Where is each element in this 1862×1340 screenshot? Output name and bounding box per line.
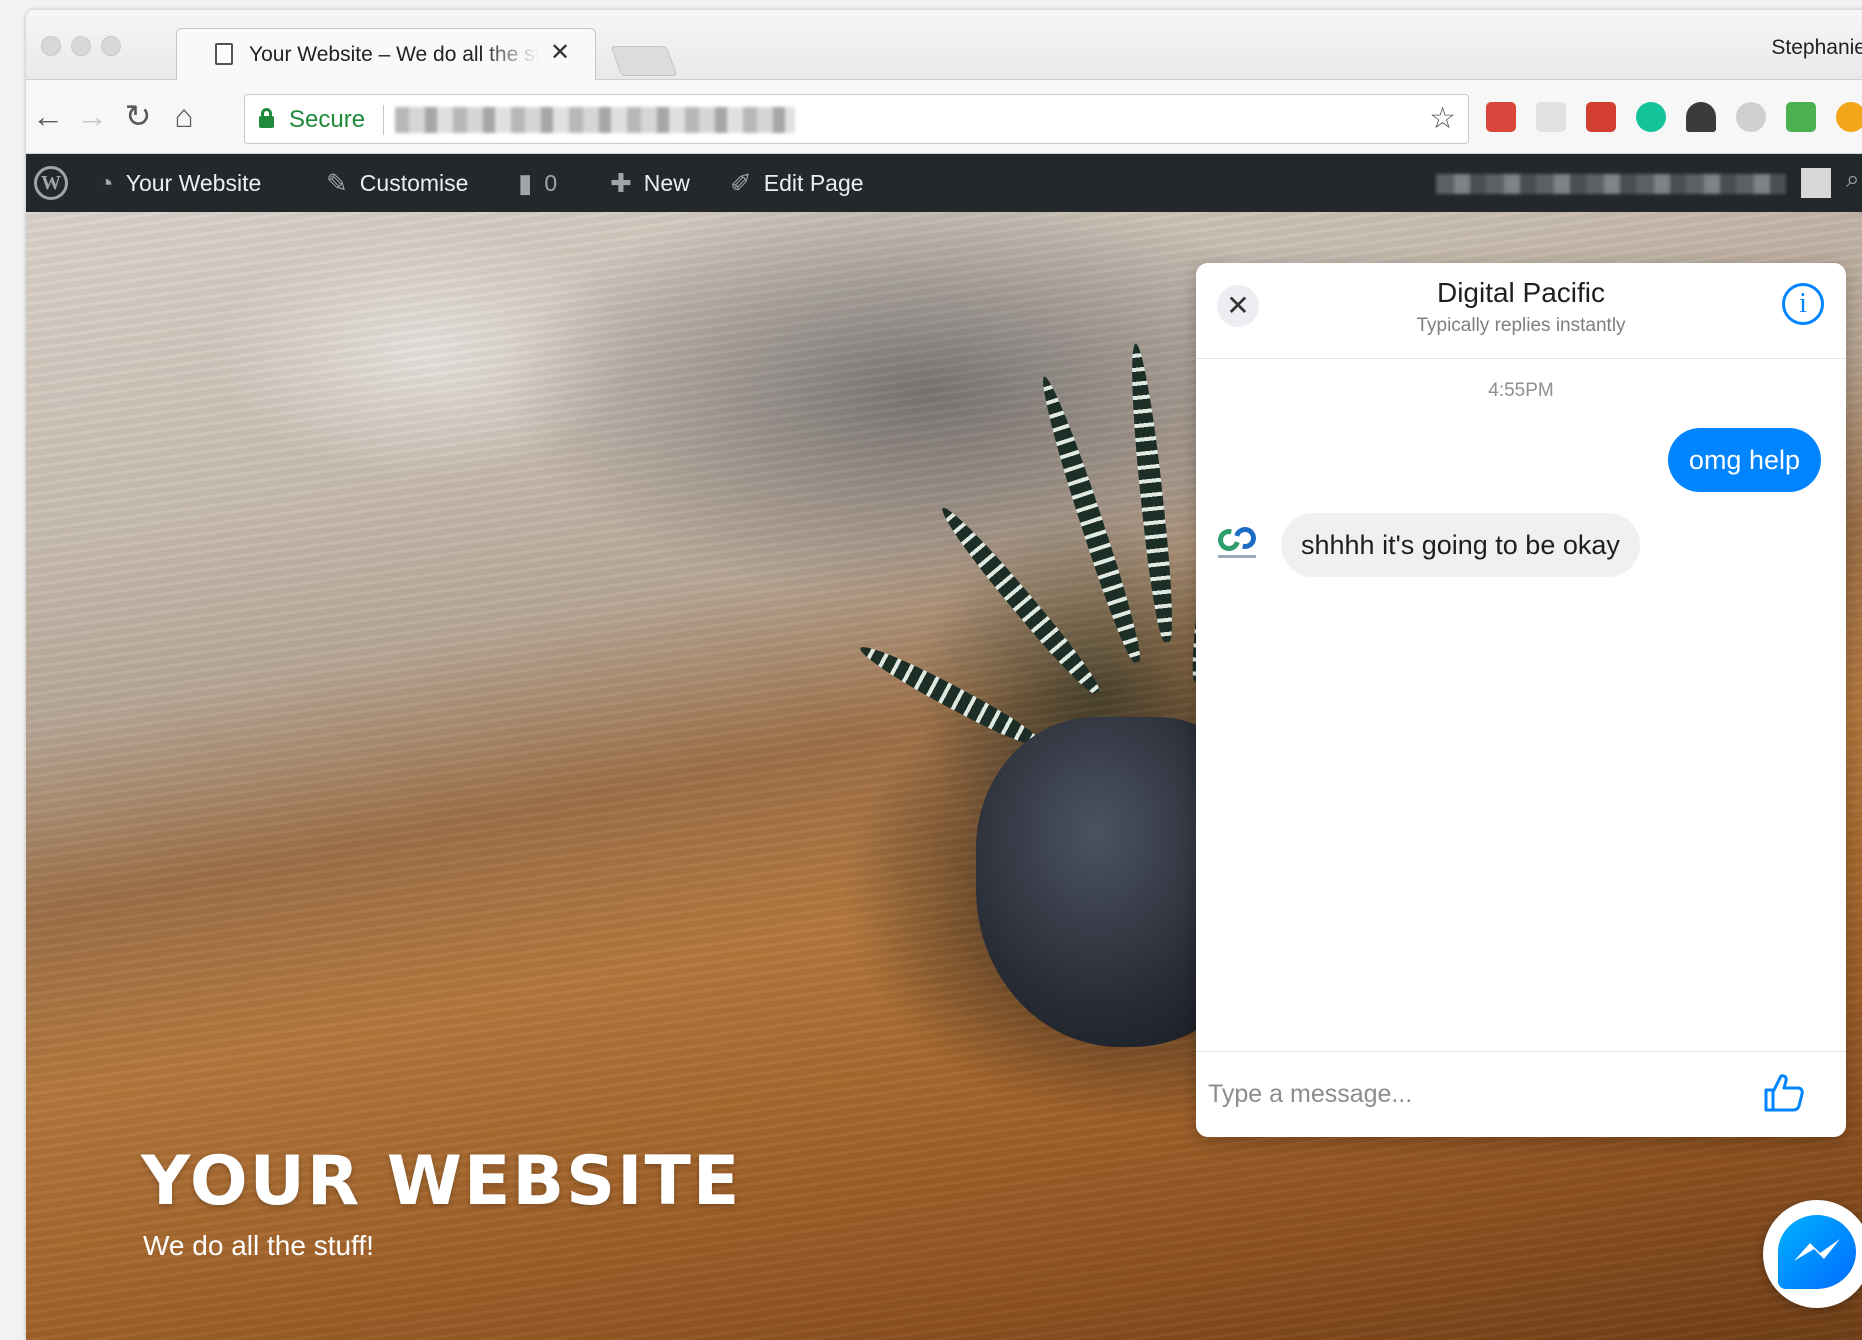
chat-composer [1196,1051,1846,1137]
chat-header: ✕ Digital Pacific Typically replies inst… [1196,263,1846,359]
pencil-icon: ✐ [730,167,752,198]
comment-icon: ▮ [518,167,533,198]
tab-title: Your Website – We do all the stuff! [249,43,539,66]
ip-extension-icon[interactable] [1536,102,1566,132]
plus-icon: ✚ [610,167,632,198]
new-tab-button[interactable] [610,46,678,76]
gmail-extension-icon[interactable] [1586,102,1616,132]
thumbs-up-icon[interactable] [1762,1070,1806,1114]
home-button[interactable]: ⌂ [166,98,202,134]
new-label: New [643,169,690,196]
cloud-extension-icon[interactable] [1736,102,1766,132]
avatar[interactable] [1801,168,1831,198]
info-icon[interactable]: i [1782,283,1824,325]
edit-page-label: Edit Page [763,169,864,196]
messenger-chat-panel: ✕ Digital Pacific Typically replies inst… [1196,263,1846,1137]
brush-icon: ✎ [326,167,348,198]
window-close-button[interactable] [41,36,61,56]
message-input[interactable] [1208,1066,1728,1122]
secure-label: Secure [289,106,366,133]
page-avatar [1213,522,1262,565]
star-icon[interactable]: ☆ [1429,101,1456,136]
forward-button[interactable]: → [74,98,110,134]
window-minimize-button[interactable] [71,36,91,56]
messenger-launcher-button[interactable] [1763,1200,1862,1308]
chat-page-name: Digital Pacific [1436,277,1606,308]
messenger-icon [1778,1215,1856,1289]
admin-bar-customise[interactable]: ✎ Customise [326,154,468,212]
orange-extension-icon[interactable] [1836,102,1862,132]
person-extension-icon[interactable] [1686,102,1716,132]
chat-response-time: Typically replies instantly [1416,315,1626,336]
site-name-label: Your Website [125,169,262,196]
browser-window: Your Website – We do all the stuff! ✕ St… [26,10,1862,1340]
customise-label: Customise [359,169,469,196]
search-icon[interactable]: ⌕ [1846,166,1859,194]
profile-name[interactable]: Stephanie [1771,36,1862,60]
comments-count: 0 [544,169,558,196]
flag-extension-icon[interactable] [1786,102,1816,132]
site-tagline: We do all the stuff! [143,1230,374,1261]
admin-bar-edit-page[interactable]: ✐ Edit Page [730,154,864,212]
redacted-user-greeting[interactable] [1436,174,1786,194]
reload-button[interactable]: ↻ [120,98,156,134]
tab-close-icon[interactable]: ✕ [550,39,570,66]
browser-tab[interactable]: Your Website – We do all the stuff! ✕ [176,28,596,80]
wordpress-logo-icon[interactable]: W [34,166,68,200]
address-bar[interactable]: Secure ☆ [244,94,1469,144]
grammarly-extension-icon[interactable] [1636,102,1666,132]
window-zoom-button[interactable] [101,36,121,56]
dashboard-icon: ◔ [98,167,114,198]
url-separator [383,105,384,135]
admin-bar-new[interactable]: ✚ New [610,154,690,212]
tab-strip: Your Website – We do all the stuff! ✕ St… [26,10,1862,80]
message-timestamp: 4:55PM [1488,380,1554,401]
admin-bar-site-name[interactable]: ◔ Your Website [98,154,261,212]
file-icon [215,43,233,65]
lock-icon [259,108,274,128]
incoming-message: shhhh it's going to be okay [1281,513,1640,577]
site-title: YOUR WEBSITE [141,1142,742,1221]
browser-toolbar: ← → ↻ ⌂ Secure ☆ [26,80,1862,154]
redacted-url [395,107,795,133]
back-button[interactable]: ← [30,98,66,134]
admin-bar-comments[interactable]: ▮ 0 [518,154,557,212]
calendar-extension-icon[interactable] [1486,102,1516,132]
outgoing-message: omg help [1667,428,1821,492]
wp-admin-bar: W ◔ Your Website ✎ Customise ▮ 0 ✚ New ✐… [26,154,1862,212]
